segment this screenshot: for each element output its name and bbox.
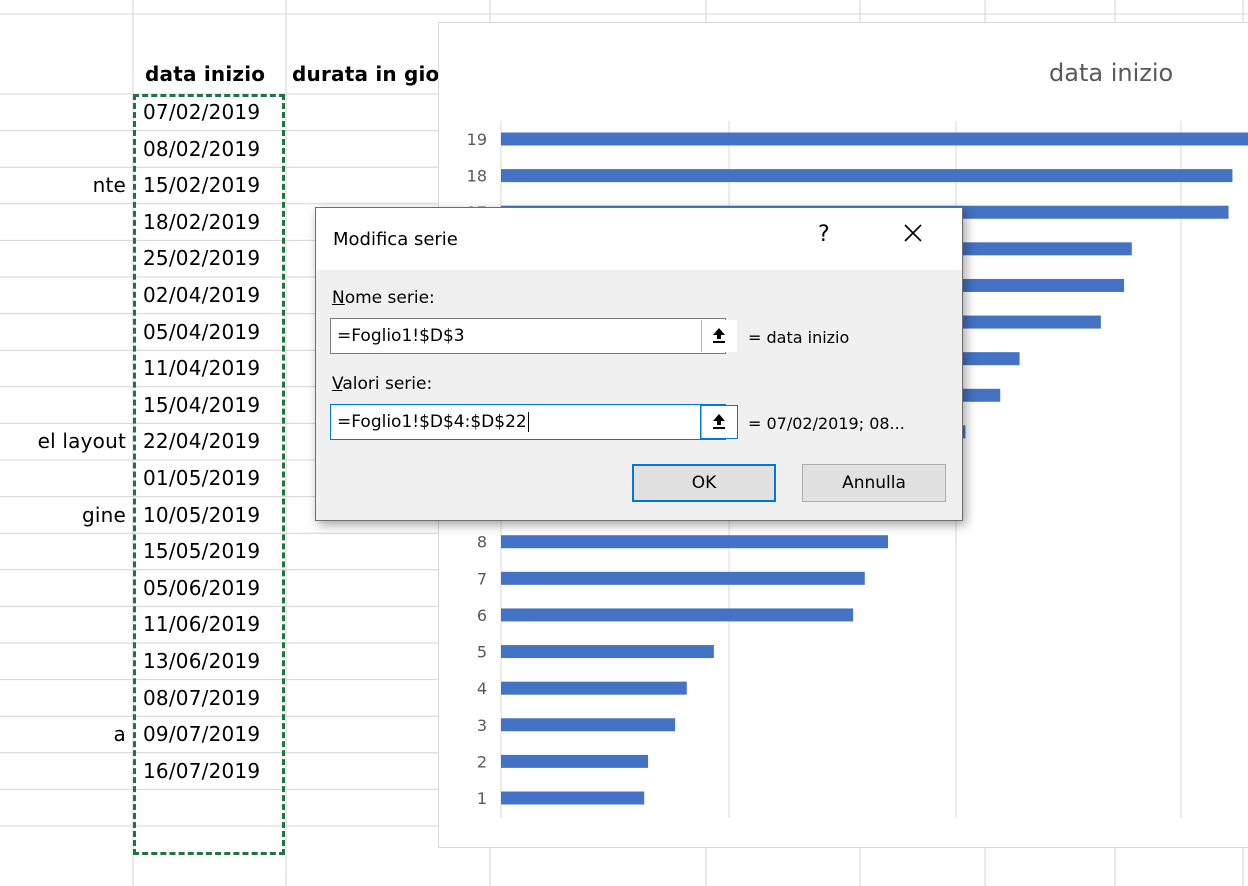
label-cell[interactable]: nte: [93, 173, 126, 197]
label-cell[interactable]: gine: [82, 503, 126, 527]
category-label: 8: [477, 533, 487, 552]
series-values-result: = 07/02/2019; 08...: [748, 414, 905, 433]
cancel-button[interactable]: Annulla: [802, 464, 946, 502]
date-cell[interactable]: 15/04/2019: [143, 393, 260, 417]
bar-1: [501, 791, 645, 805]
collapse-arrow-icon: [713, 328, 725, 343]
edit-series-dialog: Modifica serie ? Nome serie: =Foglio1!$D…: [315, 207, 963, 521]
series-name-input[interactable]: =Foglio1!$D$3: [330, 318, 737, 354]
series-values-label: Valori serie:: [332, 374, 433, 394]
series-name-label: Nome serie:: [332, 288, 435, 308]
chart-title: data inizio: [1049, 59, 1173, 87]
bar-5: [501, 645, 714, 659]
series-name-result: = data inizio: [748, 328, 850, 347]
date-cell[interactable]: 22/04/2019: [143, 429, 260, 453]
category-label: 6: [477, 606, 487, 625]
header-durata[interactable]: durata in gio: [292, 62, 438, 86]
bar-7: [501, 571, 865, 585]
date-cell[interactable]: 15/02/2019: [143, 173, 260, 197]
date-cell[interactable]: 05/06/2019: [143, 576, 260, 600]
date-cell[interactable]: 02/04/2019: [143, 283, 260, 307]
date-cell[interactable]: 11/06/2019: [143, 612, 260, 636]
header-data-inizio[interactable]: data inizio: [145, 62, 265, 86]
category-label: 2: [477, 752, 487, 771]
date-cell[interactable]: 16/07/2019: [143, 759, 260, 783]
ok-button[interactable]: OK: [632, 464, 776, 502]
date-cell[interactable]: 18/02/2019: [143, 210, 260, 234]
collapse-dialog-button[interactable]: [700, 405, 738, 439]
category-label: 19: [467, 130, 487, 149]
category-label: 4: [477, 679, 487, 698]
date-cell[interactable]: 09/07/2019: [143, 722, 260, 746]
category-label: 3: [477, 716, 487, 735]
date-cell[interactable]: 15/05/2019: [143, 539, 260, 563]
series-values-input[interactable]: =Foglio1!$D$4:$D$22: [330, 404, 738, 440]
collapse-dialog-button[interactable]: [701, 320, 737, 352]
category-label: 18: [467, 167, 487, 186]
label-cell[interactable]: el layout: [38, 429, 126, 453]
category-label: 1: [477, 789, 487, 808]
date-cell[interactable]: 10/05/2019: [143, 503, 260, 527]
date-cell[interactable]: 05/04/2019: [143, 320, 260, 344]
date-cell[interactable]: 07/02/2019: [143, 100, 260, 124]
label-cell[interactable]: a: [114, 722, 126, 746]
date-cell[interactable]: 08/07/2019: [143, 686, 260, 710]
date-cell[interactable]: 25/02/2019: [143, 246, 260, 270]
date-cell[interactable]: 11/04/2019: [143, 356, 260, 380]
text-caret: [527, 412, 529, 432]
bar-4: [501, 681, 687, 695]
bar-19: [501, 132, 1248, 146]
date-cell[interactable]: 08/02/2019: [143, 137, 260, 161]
close-icon[interactable]: [902, 222, 926, 246]
bar-8: [501, 535, 888, 549]
bar-18: [501, 169, 1233, 183]
date-cell[interactable]: 01/05/2019: [143, 466, 260, 490]
bar-2: [501, 754, 649, 768]
help-button[interactable]: ?: [818, 222, 830, 247]
category-label: 5: [477, 643, 487, 662]
bar-3: [501, 718, 676, 732]
dialog-title-bar[interactable]: Modifica serie ?: [316, 208, 962, 270]
bar-6: [501, 608, 854, 622]
category-label: 7: [477, 569, 487, 588]
dialog-title: Modifica serie: [333, 229, 458, 250]
collapse-arrow-icon: [713, 414, 725, 429]
date-cell[interactable]: 13/06/2019: [143, 649, 260, 673]
